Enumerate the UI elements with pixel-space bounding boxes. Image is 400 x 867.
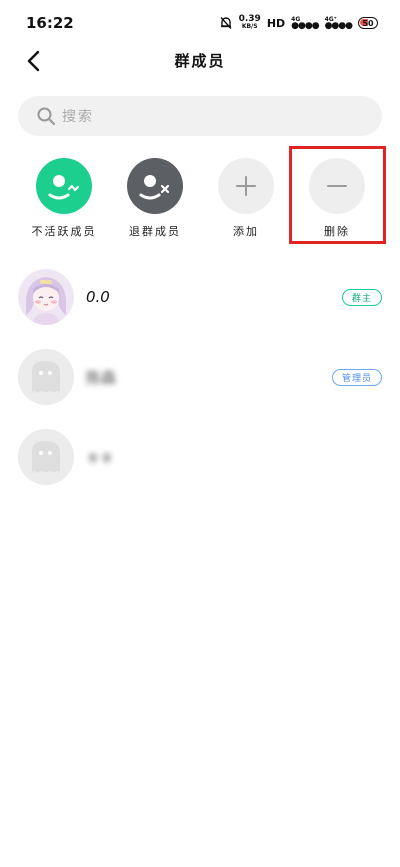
speed-value: 0.39 — [238, 14, 261, 24]
signal-bars-icon: ●●●● — [291, 21, 319, 31]
default-avatar — [18, 429, 74, 485]
inactive-member-icon — [36, 158, 92, 214]
search-input[interactable]: 搜索 — [18, 96, 382, 136]
admin-badge: 管理员 — [331, 369, 382, 386]
member-row-owner[interactable]: 0.0 群主 — [18, 269, 382, 325]
status-icons: 0.39 KB/S HD 4G ●●●● 4G⁺ ●●●● 50 — [219, 12, 378, 34]
left-members-button[interactable]: 退群成员 — [115, 158, 195, 239]
add-member-label: 添加 — [233, 225, 259, 238]
anime-avatar — [18, 269, 74, 325]
member-name: 陈森 — [86, 368, 117, 387]
owner-badge: 群主 — [341, 289, 382, 306]
battery-icon: 50 — [358, 17, 378, 29]
member-name: 0.0 — [86, 288, 110, 306]
network-speed: 0.39 KB/S — [239, 15, 261, 31]
search-icon — [37, 107, 56, 126]
inactive-members-label: 不活跃成员 — [31, 225, 97, 238]
member-row[interactable]: ㅎㅎ — [18, 429, 382, 485]
battery-level: 50 — [362, 18, 374, 28]
nav-bar: 群成员 — [0, 46, 400, 76]
muted-bell-icon — [219, 16, 233, 30]
signal-1: 4G ●●●● — [291, 16, 319, 31]
signal-bars-icon: ●●●● — [324, 21, 353, 31]
signal-2: 4G⁺ ●●●● — [324, 16, 353, 31]
left-members-label: 退群成员 — [129, 225, 181, 238]
hd-indicator: HD — [266, 16, 286, 30]
plus-icon — [218, 158, 274, 214]
speed-unit: KB/S — [241, 23, 258, 30]
default-avatar — [18, 349, 74, 405]
member-row-admin[interactable]: 陈森 管理员 — [18, 349, 382, 405]
status-time: 16:22 — [26, 14, 74, 32]
member-name: ㅎㅎ — [86, 448, 114, 467]
status-bar: 16:22 0.39 KB/S HD 4G ●●●● 4G⁺ ●●●● 50 — [0, 0, 400, 46]
search-placeholder: 搜索 — [62, 109, 94, 125]
add-member-button[interactable]: 添加 — [206, 158, 286, 239]
left-member-icon — [127, 158, 183, 214]
highlight-box — [289, 146, 386, 244]
page-title: 群成员 — [174, 52, 226, 70]
inactive-members-button[interactable]: 不活跃成员 — [24, 158, 104, 239]
